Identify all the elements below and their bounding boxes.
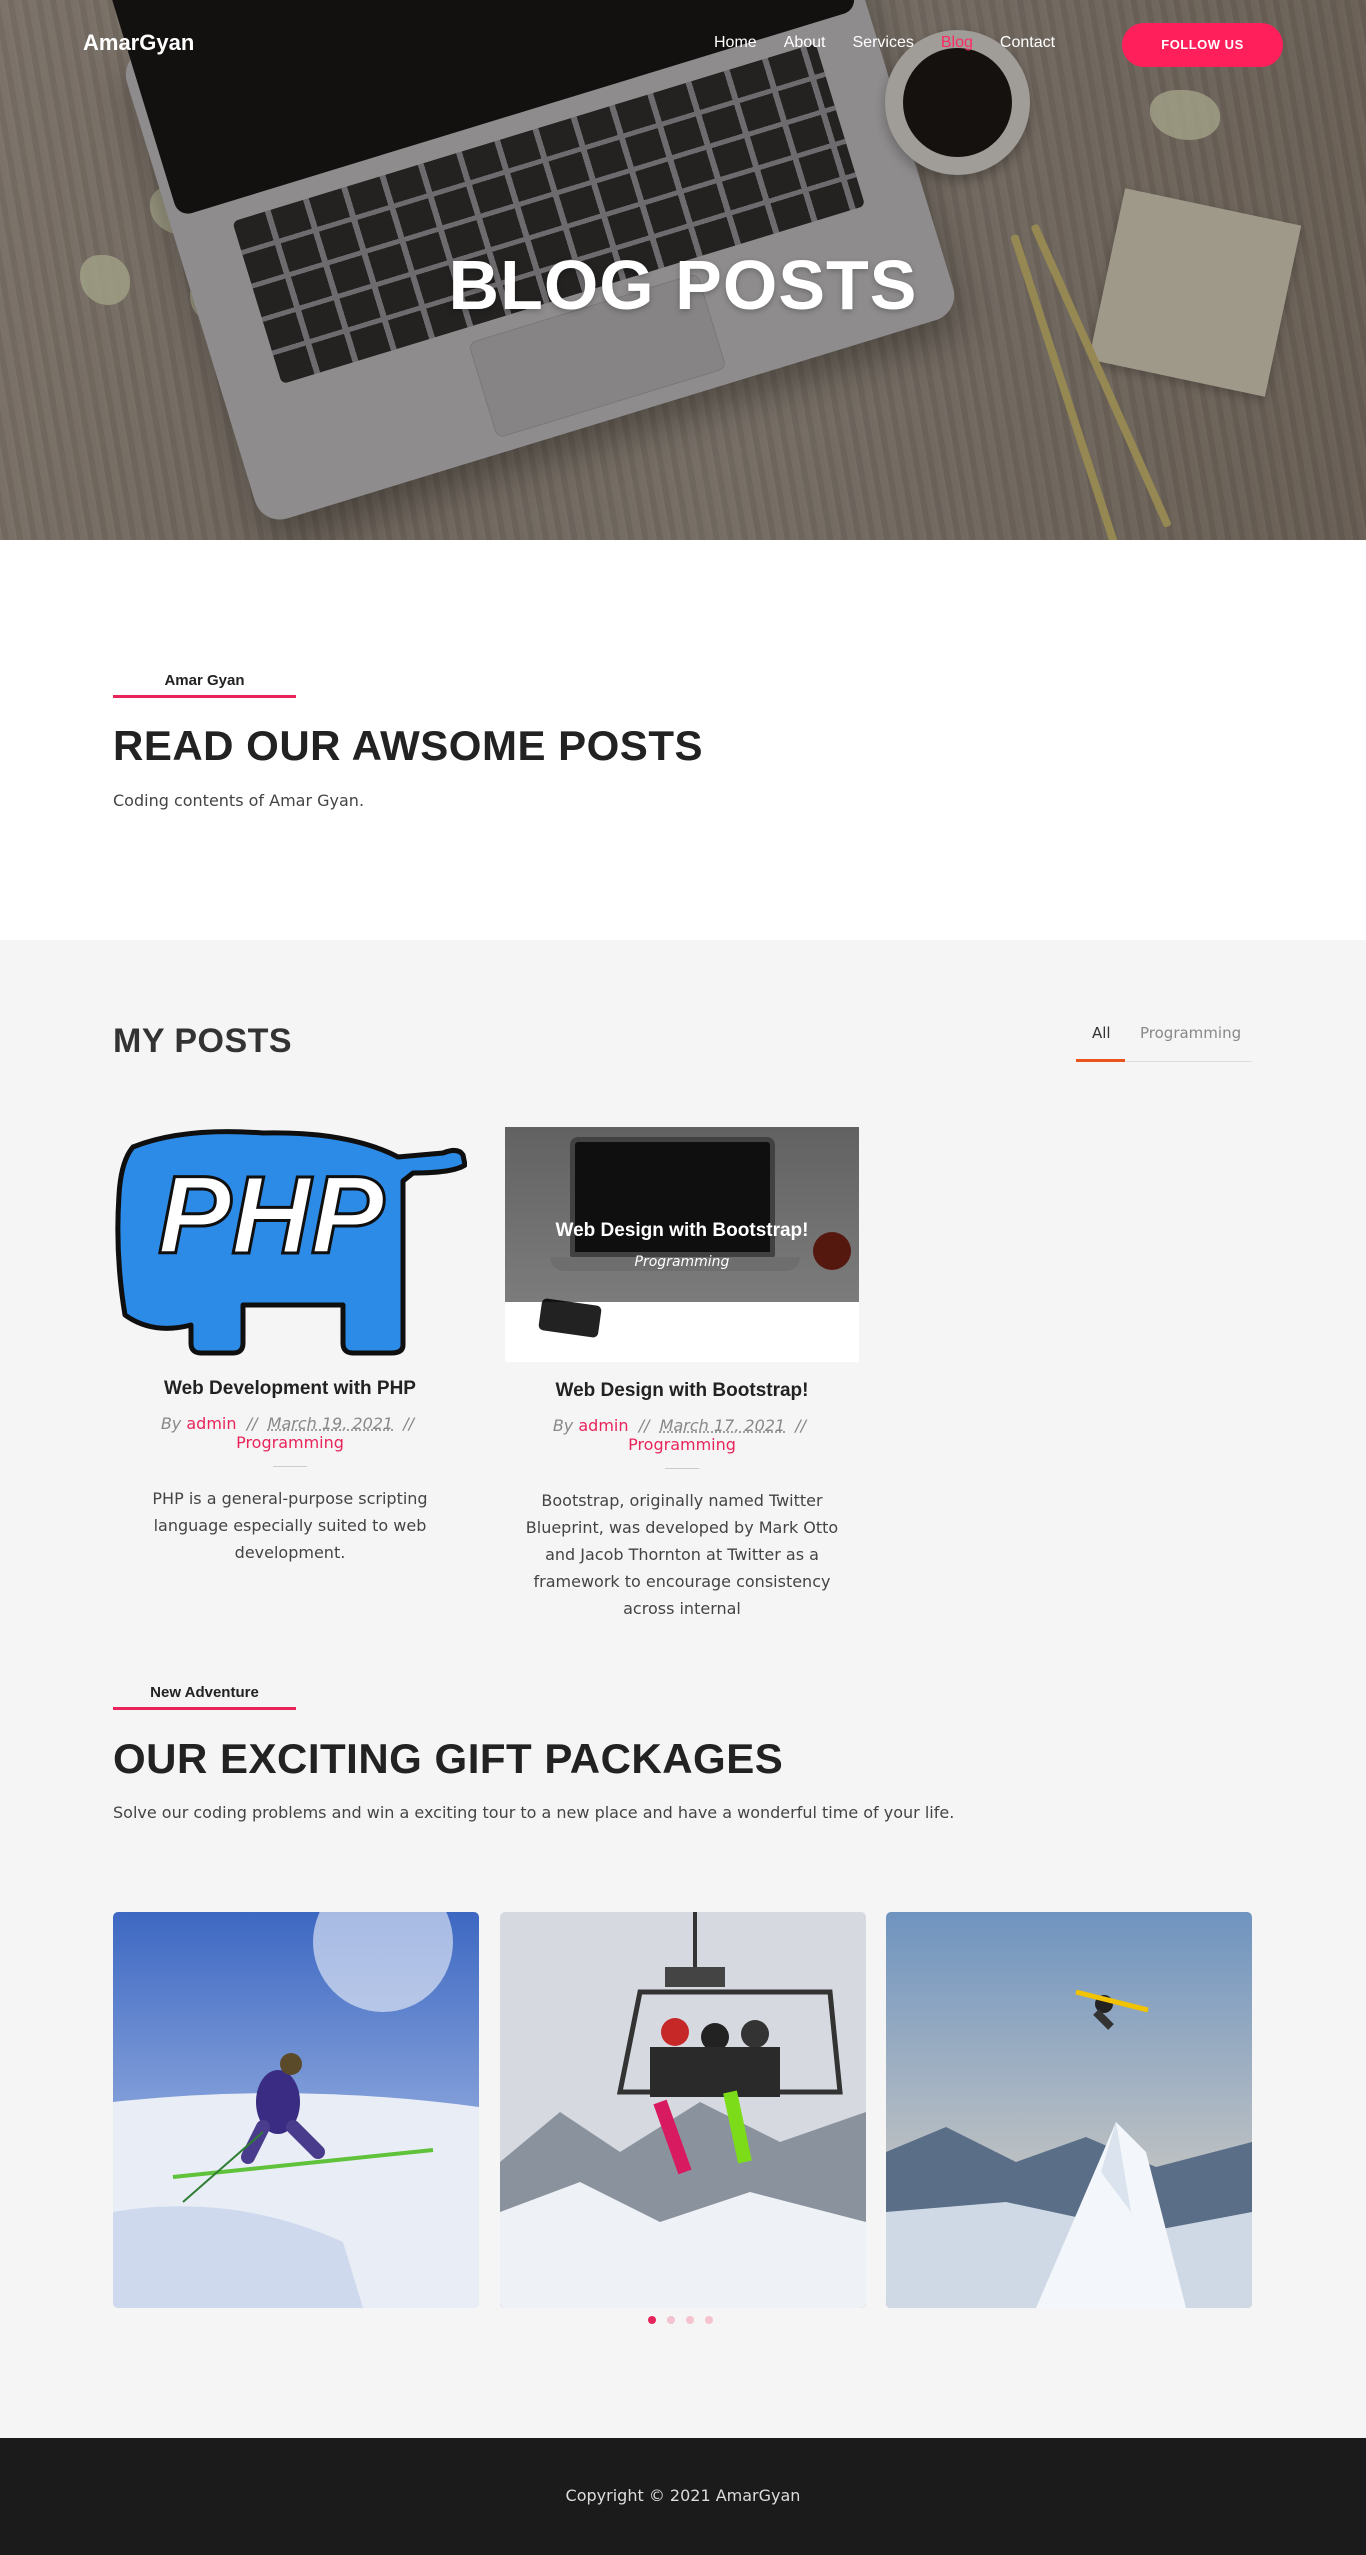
filter-programming[interactable]: Programming <box>1140 1024 1241 1042</box>
overlay-title: Web Design with Bootstrap! <box>555 1220 809 1241</box>
nav-services[interactable]: Services <box>853 34 914 52</box>
carousel-dot[interactable] <box>667 2316 675 2324</box>
post-card[interactable]: PHP Web Development with PHP By admin //… <box>113 1125 467 1566</box>
post-divider <box>665 1468 699 1469</box>
post-date: March 17, 2021 <box>659 1416 786 1435</box>
intro-eyebrow: Amar Gyan <box>113 672 296 698</box>
post-title[interactable]: Web Design with Bootstrap! <box>505 1380 859 1402</box>
nav-menu: Home About Services Blog Contact <box>714 34 1082 52</box>
packages-subtitle: Solve our coding problems and win a exci… <box>113 1803 955 1822</box>
ski-lift-photo[interactable] <box>500 1912 866 2308</box>
page-title: BLOG POSTS <box>448 246 918 324</box>
intro-section: Amar Gyan READ OUR AWSOME POSTS Coding c… <box>0 540 1366 940</box>
post-image[interactable]: Web Design with Bootstrap! Programming <box>505 1127 859 1362</box>
nav-contact[interactable]: Contact <box>1000 34 1055 52</box>
post-excerpt: PHP is a general-purpose scripting langu… <box>152 1489 428 1562</box>
post-author-link[interactable]: admin <box>186 1414 236 1433</box>
filter-all[interactable]: All <box>1092 1024 1111 1042</box>
post-meta: By admin // March 17, 2021 // Programmin… <box>552 1416 812 1454</box>
packages-eyebrow: New Adventure <box>113 1684 296 1710</box>
post-image[interactable]: PHP <box>113 1125 467 1360</box>
ski-jump-photo[interactable] <box>886 1912 1252 2308</box>
follow-us-button[interactable]: FOLLOW US <box>1122 23 1283 67</box>
brand-logo[interactable]: AmarGyan <box>83 30 194 56</box>
nav-home[interactable]: Home <box>714 34 757 52</box>
post-excerpt: Bootstrap, originally named Twitter Blue… <box>525 1491 839 1618</box>
overlay-category: Programming <box>634 1254 730 1270</box>
intro-title: READ OUR AWSOME POSTS <box>113 722 703 769</box>
posts-title: MY POSTS <box>113 1022 293 1060</box>
post-author-link[interactable]: admin <box>578 1416 628 1435</box>
post-title[interactable]: Web Development with PHP <box>113 1378 467 1400</box>
post-divider <box>273 1466 307 1467</box>
nav-about[interactable]: About <box>784 34 826 52</box>
nav-blog[interactable]: Blog <box>941 34 973 52</box>
hero-banner: AmarGyan Home About Services Blog Contac… <box>0 0 1366 540</box>
carousel-dot[interactable] <box>648 2316 656 2324</box>
post-card[interactable]: Web Design with Bootstrap! Programming W… <box>505 1127 859 1622</box>
carousel-dots <box>648 2316 713 2324</box>
phone-photo <box>538 1297 602 1339</box>
copyright-text: Copyright © 2021 AmarGyan <box>565 2486 801 2505</box>
post-date: March 19, 2021 <box>267 1414 394 1433</box>
image-hover-overlay <box>505 1127 859 1302</box>
post-meta: By admin // March 19, 2021 // Programmin… <box>160 1414 420 1452</box>
post-by-label: By <box>552 1416 574 1435</box>
carousel-dot[interactable] <box>686 2316 694 2324</box>
site-footer: Copyright © 2021 AmarGyan <box>0 2438 1366 2555</box>
php-logo-text: PHP <box>158 1154 385 1277</box>
intro-subtitle: Coding contents of Amar Gyan. <box>113 791 365 810</box>
top-nav: AmarGyan Home About Services Blog Contac… <box>0 0 1366 90</box>
carousel-dot[interactable] <box>705 2316 713 2324</box>
post-category-link[interactable]: Programming <box>236 1433 344 1452</box>
post-filter-tabs: All Programming <box>1076 1020 1252 1062</box>
post-by-label: By <box>160 1414 182 1433</box>
skier-photo[interactable] <box>113 1912 479 2308</box>
filter-active-underline <box>1076 1059 1125 1062</box>
post-category-link[interactable]: Programming <box>628 1435 736 1454</box>
php-elephant-icon: PHP <box>115 1129 467 1356</box>
packages-title: OUR EXCITING GIFT PACKAGES <box>113 1735 784 1782</box>
